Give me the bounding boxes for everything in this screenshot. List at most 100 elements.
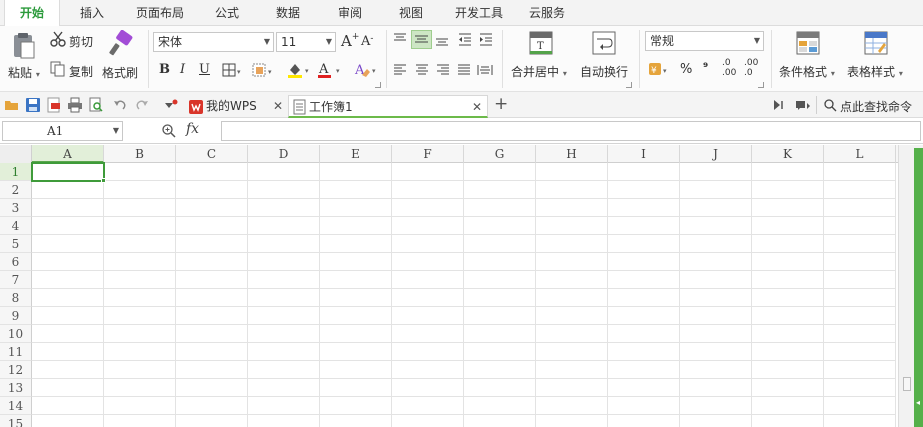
align-middle-icon[interactable] <box>411 30 432 49</box>
increase-indent-icon[interactable] <box>478 32 494 49</box>
customize-quick-access-icon[interactable] <box>163 99 179 114</box>
cell-l14[interactable] <box>824 397 896 415</box>
table-style-button[interactable]: 表格样式 ▾ <box>847 63 903 80</box>
cell-b10[interactable] <box>104 325 176 343</box>
cell-k15[interactable] <box>752 415 824 427</box>
cell-e15[interactable] <box>320 415 392 427</box>
cell-h12[interactable] <box>536 361 608 379</box>
wrap-text-icon[interactable] <box>592 31 616 58</box>
cell-a6[interactable] <box>32 253 104 271</box>
column-header-a[interactable]: A <box>32 145 104 163</box>
cell-b5[interactable] <box>104 235 176 253</box>
italic-button[interactable]: I <box>180 62 185 77</box>
cell-j1[interactable] <box>680 163 752 181</box>
cell-g6[interactable] <box>464 253 536 271</box>
fill-pattern-icon[interactable]: ▾ <box>252 63 278 80</box>
close-tab-icon[interactable]: ✕ <box>273 95 283 118</box>
active-cell-cursor[interactable] <box>31 162 105 182</box>
menu-tab-insert[interactable]: 插入 <box>80 0 104 26</box>
cell-c3[interactable] <box>176 199 248 217</box>
menu-tab-developer[interactable]: 开发工具 <box>455 0 503 26</box>
cut-button[interactable]: 剪切 <box>69 33 93 50</box>
doc-tab-my-wps[interactable]: 我的WPS ✕ <box>186 95 286 118</box>
cell-f5[interactable] <box>392 235 464 253</box>
cell-l7[interactable] <box>824 271 896 289</box>
cell-e8[interactable] <box>320 289 392 307</box>
cell-e2[interactable] <box>320 181 392 199</box>
cell-b2[interactable] <box>104 181 176 199</box>
cell-g15[interactable] <box>464 415 536 427</box>
cell-j8[interactable] <box>680 289 752 307</box>
cell-l9[interactable] <box>824 307 896 325</box>
cell-f2[interactable] <box>392 181 464 199</box>
cell-d10[interactable] <box>248 325 320 343</box>
cell-i15[interactable] <box>608 415 680 427</box>
cell-k5[interactable] <box>752 235 824 253</box>
cell-g4[interactable] <box>464 217 536 235</box>
cell-k1[interactable] <box>752 163 824 181</box>
cell-e7[interactable] <box>320 271 392 289</box>
row-header-11[interactable]: 11 <box>0 343 32 361</box>
cell-d7[interactable] <box>248 271 320 289</box>
cell-d1[interactable] <box>248 163 320 181</box>
cell-f8[interactable] <box>392 289 464 307</box>
cell-d6[interactable] <box>248 253 320 271</box>
cell-k10[interactable] <box>752 325 824 343</box>
cell-k2[interactable] <box>752 181 824 199</box>
cell-a9[interactable] <box>32 307 104 325</box>
cell-a13[interactable] <box>32 379 104 397</box>
cell-b8[interactable] <box>104 289 176 307</box>
print-icon[interactable] <box>67 97 83 116</box>
cell-f14[interactable] <box>392 397 464 415</box>
cell-c11[interactable] <box>176 343 248 361</box>
cell-c13[interactable] <box>176 379 248 397</box>
cell-g2[interactable] <box>464 181 536 199</box>
row-header-5[interactable]: 5 <box>0 235 32 253</box>
cell-b6[interactable] <box>104 253 176 271</box>
cell-c1[interactable] <box>176 163 248 181</box>
cell-j2[interactable] <box>680 181 752 199</box>
cell-l11[interactable] <box>824 343 896 361</box>
increase-decimal-button[interactable]: .0 .00 <box>722 58 740 78</box>
column-header-c[interactable]: C <box>176 145 248 163</box>
decrease-font-icon[interactable]: A- <box>361 34 373 49</box>
cell-a14[interactable] <box>32 397 104 415</box>
cell-g1[interactable] <box>464 163 536 181</box>
new-tab-icon[interactable]: + <box>494 94 508 114</box>
cell-c5[interactable] <box>176 235 248 253</box>
name-box[interactable]: A1 ▼ <box>2 121 123 141</box>
distributed-align-icon[interactable] <box>477 63 493 80</box>
cell-b1[interactable] <box>104 163 176 181</box>
cell-i13[interactable] <box>608 379 680 397</box>
cell-d5[interactable] <box>248 235 320 253</box>
cell-b12[interactable] <box>104 361 176 379</box>
cell-c4[interactable] <box>176 217 248 235</box>
cell-e12[interactable] <box>320 361 392 379</box>
undo-icon[interactable] <box>113 98 127 115</box>
cell-g12[interactable] <box>464 361 536 379</box>
cell-c15[interactable] <box>176 415 248 427</box>
cell-a10[interactable] <box>32 325 104 343</box>
cell-a15[interactable] <box>32 415 104 427</box>
cell-h8[interactable] <box>536 289 608 307</box>
cell-j9[interactable] <box>680 307 752 325</box>
cell-c10[interactable] <box>176 325 248 343</box>
cell-c8[interactable] <box>176 289 248 307</box>
cell-f12[interactable] <box>392 361 464 379</box>
cell-l13[interactable] <box>824 379 896 397</box>
save-icon[interactable] <box>25 97 41 116</box>
cell-i9[interactable] <box>608 307 680 325</box>
close-tab-icon[interactable]: ✕ <box>472 96 482 119</box>
cell-h5[interactable] <box>536 235 608 253</box>
cell-k8[interactable] <box>752 289 824 307</box>
cell-j10[interactable] <box>680 325 752 343</box>
cell-d3[interactable] <box>248 199 320 217</box>
font-color-icon[interactable]: A ▾ <box>317 61 345 82</box>
cell-c2[interactable] <box>176 181 248 199</box>
cell-k11[interactable] <box>752 343 824 361</box>
cell-h6[interactable] <box>536 253 608 271</box>
cell-j11[interactable] <box>680 343 752 361</box>
cell-d9[interactable] <box>248 307 320 325</box>
scroll-thumb[interactable]: ◂ <box>914 148 923 427</box>
comma-button[interactable]: ⁹ <box>703 60 708 74</box>
